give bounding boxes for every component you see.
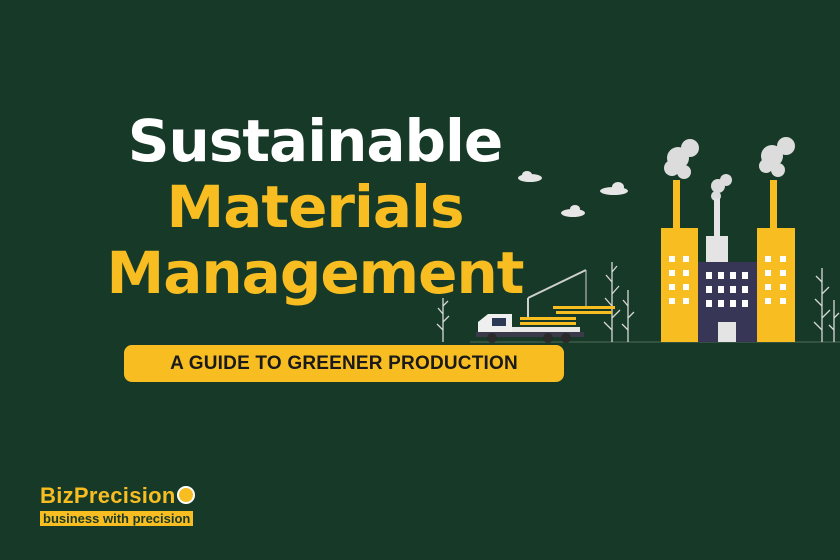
smoke-icon [664, 139, 699, 179]
cloud-icon [600, 182, 628, 195]
plant-icon [603, 262, 635, 342]
logo-tagline: business with precision [40, 511, 194, 526]
cloud-icon [561, 205, 585, 217]
plant-icon [813, 268, 840, 342]
logo-name: BizPrecision [40, 483, 176, 508]
factory-icon [661, 180, 795, 342]
truck-icon [476, 269, 615, 343]
logo-dot-icon [176, 486, 195, 504]
plant-icon [436, 298, 450, 342]
cloud-icon [518, 171, 542, 182]
logo-name-row: BizPrecision [40, 484, 195, 508]
brand-logo: BizPrecision business with precision [40, 484, 195, 527]
smoke-icon [711, 174, 732, 201]
smoke-icon [759, 137, 795, 177]
illustration [436, 137, 840, 343]
